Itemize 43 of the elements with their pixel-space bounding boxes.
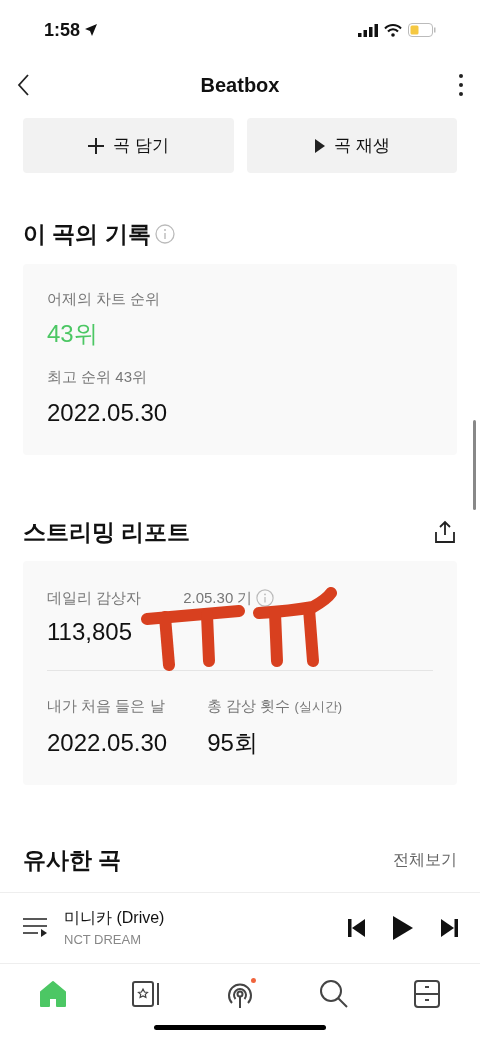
play-song-button[interactable]: 곡 재생 (246, 118, 457, 173)
next-button[interactable] (440, 917, 458, 938)
back-icon (16, 73, 30, 97)
stat-value: 113,805 (47, 616, 132, 647)
stat-label: 총 감상 횟수 (207, 695, 291, 716)
battery-icon (408, 23, 436, 37)
section-title: 이 곡의 기록 (23, 220, 151, 249)
section-title: 스트리밍 리포트 (23, 517, 191, 547)
stat-label: 최고 순위 43위 (47, 367, 149, 387)
more-icon (458, 73, 464, 97)
wifi-icon (384, 23, 402, 37)
chart-rank: 43위 (47, 319, 99, 349)
previous-button[interactable] (348, 917, 366, 938)
share-icon (433, 519, 457, 544)
share-button[interactable] (433, 519, 457, 544)
section-title: 유사한 곡 (23, 846, 122, 875)
info-icon (256, 589, 275, 608)
plus-icon (87, 136, 106, 155)
status-time: 1:58 (44, 18, 81, 42)
playlist-icon (22, 916, 48, 939)
stat-note: (실시간) (294, 697, 343, 716)
stat-value: 95회 (207, 728, 259, 758)
drawer-icon (413, 979, 442, 1008)
star-card-icon (131, 979, 162, 1008)
playlist-button[interactable] (22, 916, 48, 939)
add-song-button[interactable]: 곡 담기 (23, 118, 234, 173)
play-button[interactable] (392, 914, 414, 941)
page-title: Beatbox (200, 73, 280, 98)
artist-name: NCT DREAM (64, 930, 143, 949)
info-icon (154, 224, 175, 245)
signal-icon (358, 23, 378, 37)
play-icon (313, 137, 326, 154)
song-title: 미니카 (Drive) (64, 907, 166, 928)
stat-label: 내가 처음 들은 날 (47, 695, 166, 716)
stat-value: 2022.05.30 (47, 397, 169, 428)
stat-label: 데일리 감상자 (47, 588, 142, 608)
search-icon (318, 978, 349, 1009)
home-icon (37, 979, 68, 1008)
stat-value: 2022.05.30 (47, 728, 168, 758)
stat-label: 어제의 차트 순위 (47, 288, 162, 309)
stat-label: 2.05.30 기 (183, 588, 253, 608)
location-icon (84, 23, 99, 37)
view-all-link[interactable]: 전체보기 (393, 848, 457, 873)
